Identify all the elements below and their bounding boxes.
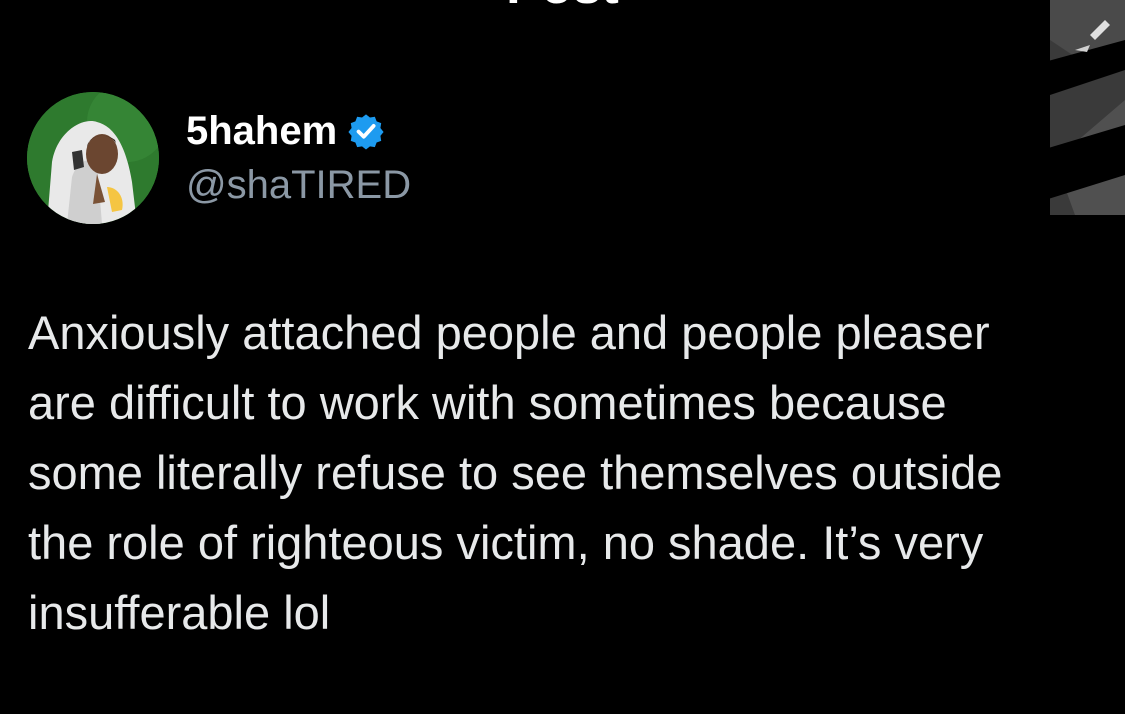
author-name-row[interactable]: 5hahem [186,106,385,156]
display-name[interactable]: 5hahem [186,106,337,156]
author-handle[interactable]: @shaTIRED [186,160,411,210]
redaction-scribble [1015,0,1125,215]
post-text-line: Anxiously attached people and people ple… [28,306,990,359]
avatar-photo-icon [27,92,159,224]
post-body: Anxiously attached people and people ple… [28,298,1108,648]
verified-badge-icon [348,114,384,150]
post-text-line: the role of righteous victim, no shade. … [28,516,984,569]
post-text-line: insufferable lol [28,586,331,639]
avatar[interactable] [27,92,159,224]
page-title: Post [0,0,1125,16]
post-text-line: some literally refuse to see themselves … [28,446,1003,499]
top-bar: Post [0,0,1125,20]
post-text-line: are difficult to work with sometimes bec… [28,376,947,429]
